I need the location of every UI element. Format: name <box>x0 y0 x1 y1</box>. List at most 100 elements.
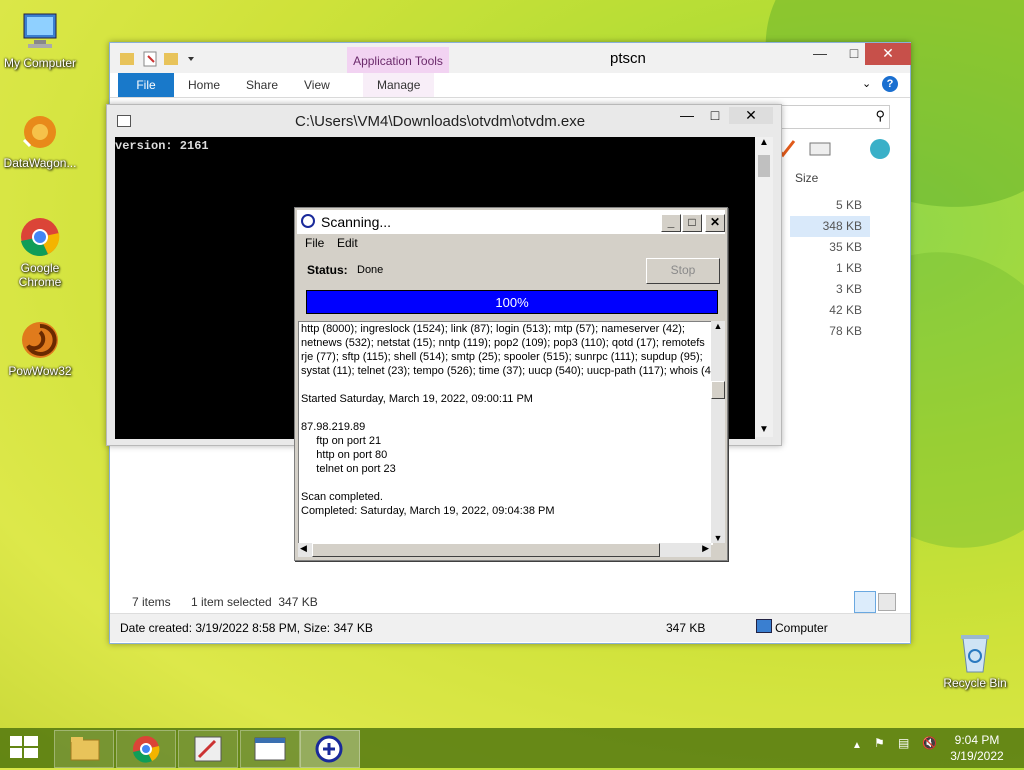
computer-icon <box>18 10 62 54</box>
powwow-icon <box>18 318 62 362</box>
scan-log[interactable]: http (8000); ingreslock (1524); link (87… <box>298 321 713 545</box>
close-button[interactable]: ✕ <box>729 107 773 124</box>
taskbar-chrome[interactable] <box>116 730 176 768</box>
scanning-dialog[interactable]: Scanning... _ □ ✕ File Edit Status: Done… <box>294 207 728 561</box>
large-icons-view-icon[interactable] <box>878 593 896 611</box>
scroll-left-arrow[interactable]: ◀ <box>300 543 307 554</box>
console-app-icon <box>117 115 131 127</box>
details-view-icon[interactable] <box>854 591 876 613</box>
maximize-button[interactable]: □ <box>702 107 728 123</box>
network-icon[interactable]: ▤ <box>898 736 909 750</box>
taskbar-file-explorer[interactable] <box>54 730 114 768</box>
datawagon-icon <box>18 110 62 154</box>
start-button[interactable] <box>10 736 38 763</box>
taskbar-clock[interactable]: 9:04 PM 3/19/2022 <box>942 732 1012 764</box>
log-vertical-scrollbar[interactable]: ▲ ▼ <box>711 321 725 543</box>
desktop-icon-google-chrome[interactable]: Google Chrome <box>0 215 80 289</box>
log-line: http (8000); ingreslock (1524); link (87… <box>301 323 685 335</box>
scroll-up-arrow[interactable]: ▲ <box>711 321 725 331</box>
details-bar: Date created: 3/19/2022 8:58 PM, Size: 3… <box>110 613 910 642</box>
log-line: rje (77); sftp (115); shell (514); smtp … <box>301 351 703 363</box>
status-value: Done <box>357 264 384 276</box>
dialog-title: Scanning... <box>321 214 392 230</box>
action-center-flag-icon[interactable]: ⚑ <box>874 736 885 750</box>
scanner-icon <box>315 735 343 763</box>
desktop-icon-my-computer[interactable]: My Computer <box>0 10 80 70</box>
date-created: Date created: 3/19/2022 8:58 PM, Size: 3… <box>120 621 373 635</box>
ribbon-tabs: File Home Share View Manage ⌄ ? <box>110 73 910 98</box>
tab-home[interactable]: Home <box>174 73 234 97</box>
size-cell: 78 KB <box>829 324 862 338</box>
tab-share[interactable]: Share <box>232 73 292 97</box>
log-line: systat (11); telnet (23); tempo (526); t… <box>301 365 711 377</box>
taskbar-console[interactable] <box>240 730 300 768</box>
scroll-thumb[interactable] <box>758 155 770 177</box>
minimize-button[interactable]: _ <box>661 214 681 232</box>
recycle-bin-icon <box>953 630 997 674</box>
location: Computer <box>775 621 828 635</box>
log-line: netnews (532); netstat (15); nntp (119);… <box>301 337 705 349</box>
log-line: 87.98.219.89 <box>301 421 366 433</box>
application-tools-context-tab: Application Tools <box>347 47 449 73</box>
menu-edit[interactable]: Edit <box>337 236 358 250</box>
menu-file[interactable]: File <box>305 236 324 250</box>
size-cell: 35 KB <box>829 240 862 254</box>
scroll-thumb[interactable] <box>312 543 660 557</box>
search-icon: ⚲ <box>875 108 885 123</box>
scroll-thumb[interactable] <box>711 381 725 399</box>
size-cell: 5 KB <box>835 198 862 212</box>
console-title: C:\Users\VM4\Downloads\otvdm\otvdm.exe <box>295 113 586 130</box>
stop-button[interactable]: Stop <box>646 258 720 284</box>
desktop-icon-recycle-bin[interactable]: Recycle Bin <box>935 630 1015 690</box>
close-button[interactable]: ✕ <box>865 43 911 65</box>
minimize-button[interactable]: — <box>803 43 837 65</box>
log-line: ftp on port 21 <box>301 435 382 447</box>
volume-muted-icon[interactable]: 🔇 <box>922 736 937 750</box>
explorer-titlebar[interactable]: Application Tools ptscn — □ ✕ <box>110 43 911 73</box>
status-bar: 7 items 1 item selected 347 KB <box>110 591 910 613</box>
show-hidden-icons-icon[interactable]: ▲ <box>852 740 862 751</box>
scroll-up-arrow[interactable]: ▲ <box>755 137 773 148</box>
taskbar-scanner[interactable] <box>300 730 360 768</box>
clock-time: 9:04 PM <box>954 733 1000 747</box>
computer-icon <box>756 619 772 633</box>
size-cell: 3 KB <box>835 282 862 296</box>
taskbar: ▲ ⚑ ▤ 🔇 9:04 PM 3/19/2022 <box>0 728 1024 768</box>
quick-access-toolbar-icon[interactable] <box>118 50 208 68</box>
search-box[interactable]: ⚲ <box>780 105 890 129</box>
collapse-ribbon-icon[interactable]: ⌄ <box>862 77 871 90</box>
windows-logo-icon <box>10 736 38 758</box>
desktop-icon-label: Recycle Bin <box>943 676 1007 690</box>
help-icon[interactable]: ? <box>882 76 898 92</box>
tab-file[interactable]: File <box>118 73 174 97</box>
desktop-icon-powwow32[interactable]: PowWow32 <box>0 318 80 378</box>
scroll-down-arrow[interactable]: ▼ <box>711 533 725 543</box>
size-cell: 42 KB <box>829 303 862 317</box>
desktop-icon-label: PowWow32 <box>8 364 72 378</box>
close-button[interactable]: ✕ <box>705 214 725 232</box>
phone-app-icon <box>194 736 222 762</box>
desktop-icon-label: Google Chrome <box>18 261 62 289</box>
selection-info: 1 item selected 347 KB <box>191 595 318 609</box>
scanning-titlebar[interactable]: Scanning... _ □ ✕ <box>297 210 725 234</box>
tab-manage[interactable]: Manage <box>363 73 435 97</box>
scroll-right-arrow[interactable]: ▶ <box>702 543 709 554</box>
scanner-app-icon <box>301 214 315 228</box>
console-scrollbar[interactable]: ▲ ▼ <box>755 137 773 437</box>
tab-view[interactable]: View <box>290 73 344 97</box>
log-line: http on port 80 <box>301 449 388 461</box>
log-line: Started Saturday, March 19, 2022, 09:00:… <box>301 393 533 405</box>
taskbar-phone-app[interactable] <box>178 730 238 768</box>
maximize-button[interactable]: □ <box>682 214 702 232</box>
clock-date: 3/19/2022 <box>950 749 1004 763</box>
progress-bar: 100% <box>306 290 718 314</box>
size-column: 5 KB 348 KB 35 KB 1 KB 3 KB 42 KB 78 KB <box>790 195 870 342</box>
desktop-icon-label: DataWagon... <box>3 156 77 170</box>
minimize-button[interactable]: — <box>672 107 702 123</box>
scroll-down-arrow[interactable]: ▼ <box>755 424 773 435</box>
column-header-size[interactable]: Size <box>795 171 818 185</box>
desktop-icon-datawagon[interactable]: DataWagon... <box>0 110 80 170</box>
log-horizontal-scrollbar[interactable]: ◀ ▶ <box>298 543 711 557</box>
